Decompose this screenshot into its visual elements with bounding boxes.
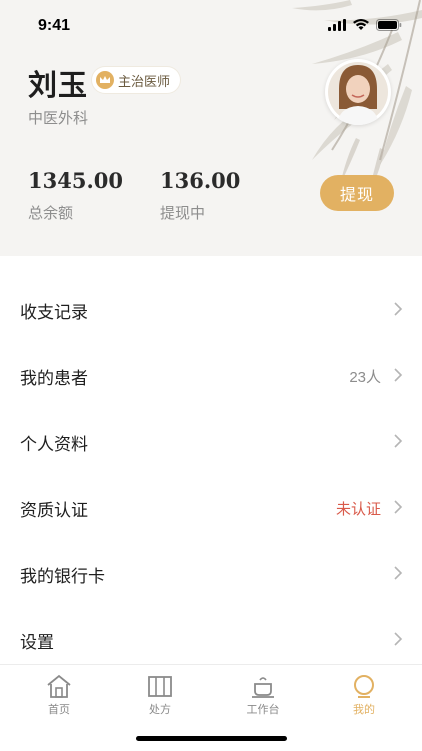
home-indicator [136,736,287,741]
tab-label: 首页 [48,703,70,716]
withdraw-button[interactable]: 提现 [320,175,394,211]
tab-label: 处方 [149,703,171,716]
signal-icon [328,19,346,31]
menu-item-qualification[interactable]: 资质认证 未认证 [0,474,422,540]
menu-item-settings[interactable]: 设置 [0,606,422,672]
menu-item-personal-info[interactable]: 个人资料 [0,408,422,474]
status-time: 9:41 [38,17,71,34]
tab-home[interactable]: 首页 [29,673,89,717]
chevron-right-icon [394,434,403,448]
status-bar: 9:41 [0,0,422,52]
chevron-right-icon [394,632,403,646]
menu-item-label: 我的患者 [20,369,88,388]
menu-item-label: 设置 [20,633,54,652]
tab-label: 我的 [353,703,375,716]
doctor-title: 主治医师 [118,73,171,89]
menu-list: 收支记录 我的患者 23人 个人资料 资质认证 未认证 我的银行卡 设置 [0,276,422,672]
chevron-right-icon [394,500,403,514]
department: 中医外科 [28,110,89,127]
chevron-right-icon [394,368,403,382]
tab-prescription[interactable]: 处方 [130,673,190,717]
doctor-name: 刘玉 [28,68,89,102]
verification-status: 未认证 [335,501,381,518]
patient-count: 23人 [349,369,381,386]
battery-icon [376,19,402,31]
workbench-icon [252,677,274,698]
menu-item-label: 收支记录 [20,303,88,322]
profile-header: 9:41 刘玉 主治医师 中医外科 1345.00 总余额 136.00 提现中… [0,0,422,256]
menu-item-bank-card[interactable]: 我的银行卡 [0,540,422,606]
menu-item-label: 我的银行卡 [20,567,105,586]
tab-mine[interactable]: 我的 [334,673,394,717]
chevron-right-icon [394,302,403,316]
prescription-icon [148,676,172,697]
total-balance-label: 总余额 [28,205,74,222]
total-balance-value: 1345.00 [28,168,123,193]
crown-icon [96,71,114,89]
menu-item-income-records[interactable]: 收支记录 [0,276,422,342]
tab-workbench[interactable]: 工作台 [233,673,293,717]
tab-label: 工作台 [246,703,280,716]
pending-withdraw-label: 提现中 [160,205,206,222]
home-icon [47,674,71,698]
title-badge: 主治医师 [92,67,181,93]
menu-item-label: 个人资料 [20,435,88,454]
avatar[interactable] [325,59,391,125]
menu-item-my-patients[interactable]: 我的患者 23人 [0,342,422,408]
menu-item-label: 资质认证 [20,501,88,520]
pending-withdraw-value: 136.00 [160,168,241,193]
profile-icon [354,675,374,698]
chevron-right-icon [394,566,403,580]
wifi-icon [353,19,369,30]
